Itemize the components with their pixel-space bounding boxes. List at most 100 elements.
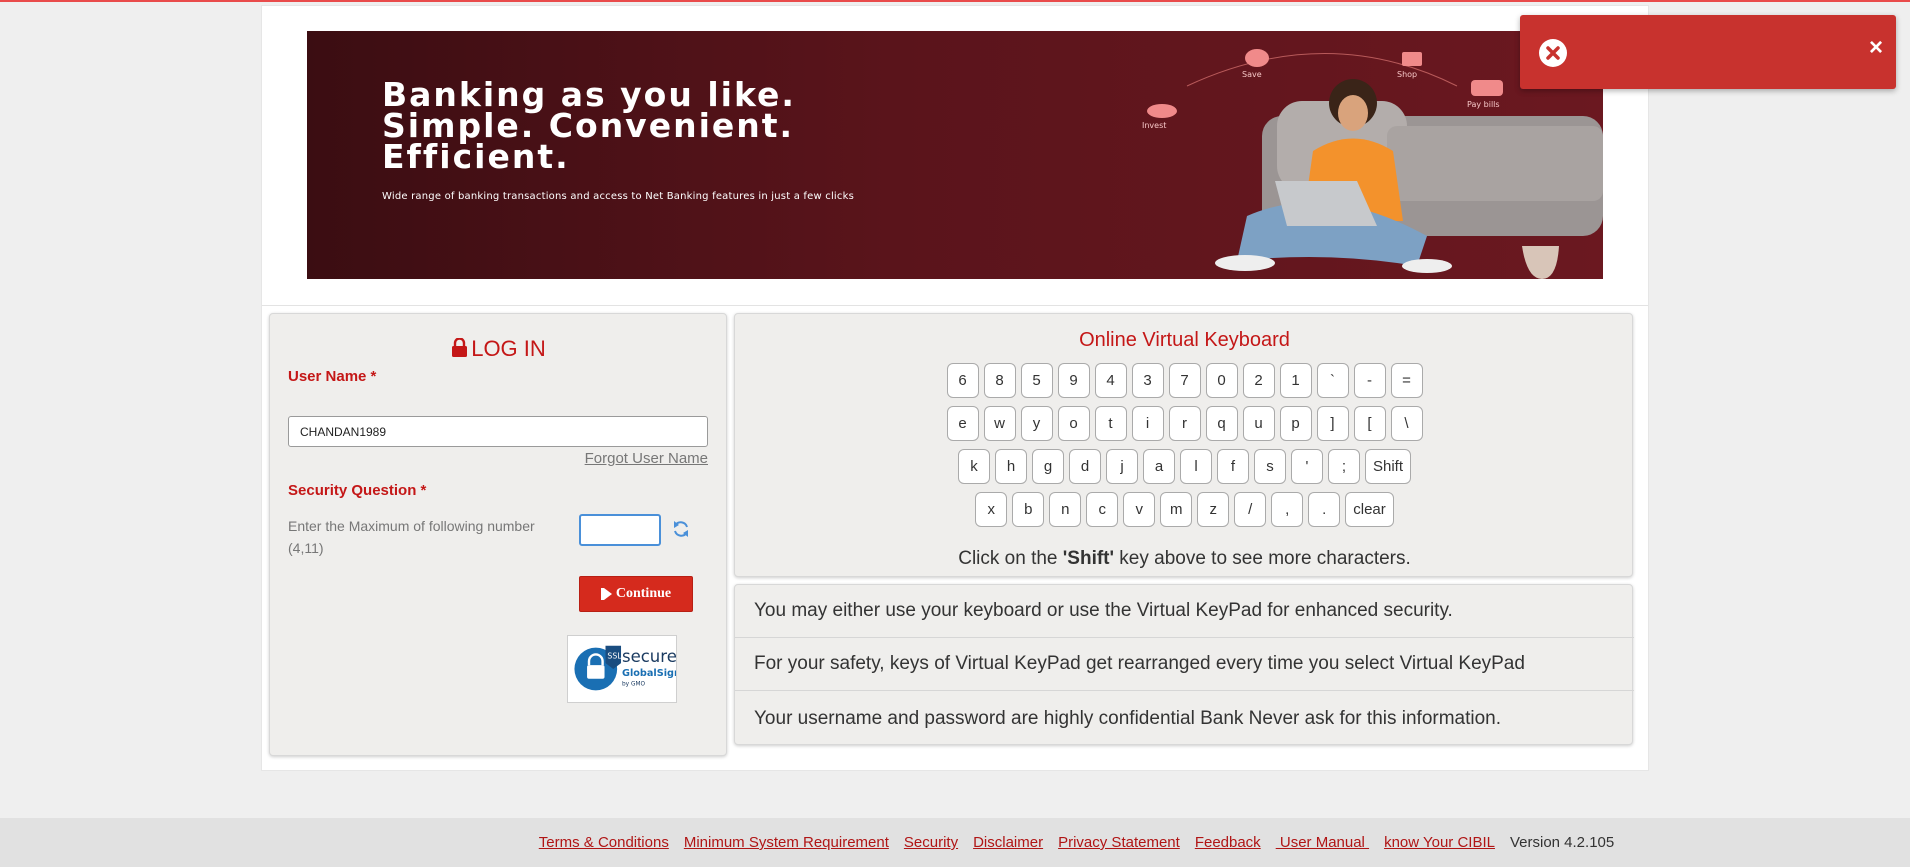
note-prefix: Click on the	[958, 548, 1063, 569]
virtual-key[interactable]: d	[1068, 449, 1101, 484]
footer-link-user-manual[interactable]: User Manual	[1276, 834, 1369, 851]
divider	[262, 305, 1648, 306]
security-question-label: Security Question *	[288, 482, 427, 499]
secure-text: secure	[622, 647, 677, 666]
virtual-key[interactable]: .	[1308, 492, 1341, 527]
virtual-key[interactable]: ,	[1271, 492, 1304, 527]
virtual-key[interactable]: s	[1253, 449, 1286, 484]
promo-banner: Banking as you like. Simple. Convenient.…	[307, 31, 1603, 279]
footer-link-terms[interactable]: Terms & Conditions	[539, 834, 669, 851]
virtual-key[interactable]: v	[1123, 492, 1156, 527]
virtual-key[interactable]: '	[1290, 449, 1323, 484]
forgot-username-link[interactable]: Forgot User Name	[585, 450, 708, 467]
banner-icon-label: Save	[1242, 70, 1262, 79]
virtual-key[interactable]: \	[1390, 406, 1423, 441]
keyboard-row: e w y o t i r q u p][\	[735, 406, 1634, 441]
virtual-key[interactable]: l	[1179, 449, 1212, 484]
virtual-key[interactable]: -	[1353, 363, 1386, 398]
footer: Terms & Conditions Minimum System Requir…	[0, 818, 1910, 867]
virtual-key[interactable]: y	[1020, 406, 1053, 441]
shop-icon: Shop	[1397, 46, 1427, 79]
virtual-key[interactable]: 0	[1205, 363, 1238, 398]
footer-link-disclaimer[interactable]: Disclaimer	[973, 834, 1043, 851]
virtual-key[interactable]: clear	[1345, 492, 1394, 527]
virtual-key[interactable]: i	[1131, 406, 1164, 441]
virtual-key[interactable]: 2	[1242, 363, 1275, 398]
footer-link-feedback[interactable]: Feedback	[1195, 834, 1261, 851]
virtual-key[interactable]: t	[1094, 406, 1127, 441]
keyboard-row: k h g d j a l f s '; Shift	[735, 449, 1634, 484]
version-text: Version 4.2.105	[1509, 834, 1615, 851]
virtual-key[interactable]: 3	[1131, 363, 1164, 398]
virtual-key[interactable]: o	[1057, 406, 1090, 441]
virtual-key[interactable]: w	[983, 406, 1016, 441]
lock-icon	[452, 338, 468, 357]
banner-icon-label: Invest	[1142, 121, 1167, 130]
tip-row: You may either use your keyboard or use …	[735, 585, 1634, 638]
error-toast: ×	[1520, 15, 1896, 89]
virtual-key[interactable]: 6	[946, 363, 979, 398]
virtual-key[interactable]: u	[1242, 406, 1275, 441]
virtual-key[interactable]: =	[1390, 363, 1423, 398]
footer-link-system-requirement[interactable]: Minimum System Requirement	[684, 834, 889, 851]
save-icon: Save	[1242, 46, 1272, 79]
continue-label: Continue	[615, 586, 672, 601]
virtual-key[interactable]: 1	[1279, 363, 1312, 398]
virtual-key[interactable]: c	[1086, 492, 1119, 527]
virtual-key[interactable]: g	[1031, 449, 1064, 484]
banner-icon-label: Shop	[1397, 70, 1418, 79]
footer-link-privacy[interactable]: Privacy Statement	[1058, 834, 1180, 851]
invest-icon: Invest	[1142, 101, 1182, 130]
virtual-key[interactable]: a	[1142, 449, 1175, 484]
login-panel: LOG IN User Name * Forgot User Name Secu…	[269, 313, 727, 756]
virtual-key[interactable]: m	[1160, 492, 1193, 527]
virtual-key[interactable]: f	[1216, 449, 1249, 484]
virtual-key[interactable]: q	[1205, 406, 1238, 441]
virtual-key[interactable]: x	[975, 492, 1008, 527]
keyboard-row: x b n c v m z /,. clear	[735, 492, 1634, 527]
virtual-key[interactable]: 5	[1020, 363, 1053, 398]
footer-link-cibil[interactable]: know Your CIBIL	[1384, 834, 1495, 851]
virtual-key[interactable]: /	[1234, 492, 1267, 527]
virtual-key[interactable]: r	[1168, 406, 1201, 441]
virtual-key[interactable]: ;	[1327, 449, 1360, 484]
globalsign-text: GlobalSign	[622, 668, 677, 679]
virtual-key[interactable]: h	[994, 449, 1027, 484]
banner-headline-line: Efficient.	[382, 137, 570, 176]
virtual-key[interactable]: p	[1279, 406, 1312, 441]
keyboard-row: 6 8 5 9 4 3 7 0 2 1 ` - =	[735, 363, 1634, 398]
note-suffix: key above to see more characters.	[1114, 548, 1411, 569]
virtual-key[interactable]: ]	[1316, 406, 1349, 441]
virtual-key[interactable]: e	[946, 406, 979, 441]
username-input[interactable]	[288, 416, 708, 447]
virtual-key[interactable]: 8	[983, 363, 1016, 398]
virtual-key[interactable]: b	[1012, 492, 1045, 527]
footer-link-security[interactable]: Security	[904, 834, 958, 851]
tip-row: For your safety, keys of Virtual KeyPad …	[735, 638, 1634, 691]
note-shift: 'Shift'	[1062, 548, 1115, 569]
virtual-key[interactable]: k	[957, 449, 990, 484]
security-answer-input[interactable]	[579, 514, 661, 546]
pay-bills-icon: Pay bills	[1467, 76, 1507, 109]
banner-subtitle: Wide range of banking transactions and a…	[382, 191, 855, 202]
virtual-key[interactable]: 7	[1168, 363, 1201, 398]
keyboard-title: Online Virtual Keyboard	[1079, 329, 1290, 351]
virtual-key[interactable]: 9	[1057, 363, 1090, 398]
refresh-icon[interactable]	[671, 519, 691, 539]
keyboard-instruction: Click on the 'Shift' key above to see mo…	[735, 548, 1634, 570]
username-label: User Name *	[288, 368, 377, 385]
virtual-key[interactable]: j	[1105, 449, 1138, 484]
security-tips-panel: You may either use your keyboard or use …	[734, 584, 1634, 745]
page-container: Banking as you like. Simple. Convenient.…	[261, 5, 1649, 771]
virtual-key[interactable]: z	[1197, 492, 1230, 527]
virtual-key[interactable]: `	[1316, 363, 1349, 398]
gmo-text: by GMO	[622, 682, 645, 688]
virtual-key[interactable]: [	[1353, 406, 1386, 441]
error-circle-icon	[1539, 39, 1567, 67]
continue-button[interactable]: Continue	[579, 576, 693, 612]
virtual-key[interactable]: 4	[1094, 363, 1127, 398]
virtual-key[interactable]: Shift	[1364, 449, 1411, 484]
virtual-key[interactable]: n	[1049, 492, 1082, 527]
close-icon[interactable]: ×	[1869, 34, 1883, 62]
skip-forward-icon	[600, 588, 612, 600]
